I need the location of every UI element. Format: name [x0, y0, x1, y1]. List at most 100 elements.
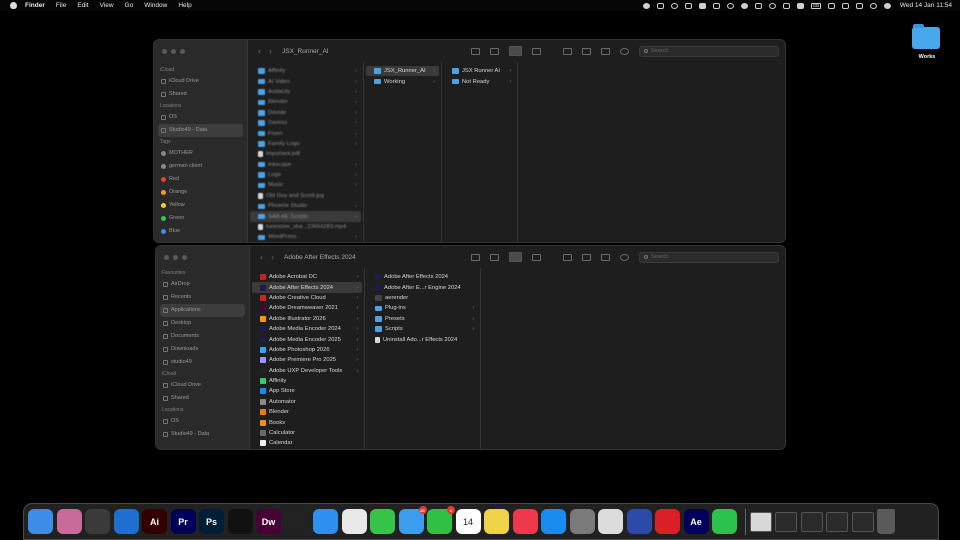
menu-view[interactable]: View — [100, 2, 114, 9]
list-item[interactable]: Plug-ins › — [367, 303, 478, 313]
dock-vscode-icon[interactable] — [113, 509, 139, 534]
script-icon[interactable] — [656, 2, 664, 9]
dock-window-thumb-4[interactable] — [851, 511, 874, 532]
forward-button[interactable]: › — [271, 252, 274, 262]
app-status-icon[interactable] — [684, 2, 692, 9]
wifi-icon[interactable] — [841, 2, 849, 9]
column-1[interactable]: Adobe Acrobat DC › Adobe After Effects 202… — [250, 268, 365, 449]
dock-scanner-icon[interactable] — [626, 509, 652, 534]
dock-window-thumb-2[interactable] — [800, 511, 823, 532]
sidebar-item-orange[interactable]: Orange — [158, 186, 243, 199]
list-item[interactable]: Working › — [366, 76, 439, 86]
dock-launchpad-icon[interactable] — [56, 509, 82, 534]
list-item[interactable]: JSX_Runner_AI › — [366, 66, 439, 77]
menu-help[interactable]: Help — [178, 2, 191, 9]
dock-messages-icon[interactable] — [370, 509, 395, 534]
sidebar-item-os[interactable]: OS — [158, 111, 243, 124]
list-item[interactable]: Adobe After E...r Engine 2024 — [367, 282, 478, 292]
sidebar-item-os[interactable]: OS — [160, 415, 245, 428]
creative-cloud-icon[interactable] — [670, 2, 678, 9]
dock-finder-icon[interactable] — [28, 509, 53, 534]
dock-photoshop-icon[interactable]: Ps — [199, 509, 224, 534]
menu-go[interactable]: Go — [125, 2, 134, 9]
list-item[interactable]: Calculator — [252, 428, 362, 438]
battery-icon[interactable] — [796, 2, 804, 9]
sidebar-item-airdrop[interactable]: AirDrop — [160, 278, 245, 291]
list-item[interactable]: Affinity › — [250, 66, 361, 76]
display-icon[interactable] — [698, 2, 706, 9]
play-icon[interactable] — [768, 2, 776, 9]
dock-preview-icon[interactable] — [598, 509, 623, 534]
dock-mail-icon[interactable]: 22 — [398, 506, 427, 534]
list-item[interactable]: Blender › — [250, 97, 361, 107]
dock-facetime-icon[interactable]: 1 — [427, 506, 455, 534]
list-item[interactable]: Inkscape › — [250, 160, 361, 170]
dock-creative-cloud-icon[interactable] — [655, 509, 680, 534]
tag-button[interactable] — [601, 47, 610, 55]
list-item[interactable]: Adobe Illustrator 2026 › — [252, 314, 362, 324]
list-view-button[interactable] — [490, 253, 499, 261]
sidebar-item-applications[interactable]: Applications — [160, 304, 245, 317]
sidebar-item-red[interactable]: Red — [158, 173, 243, 186]
user-icon[interactable] — [740, 2, 748, 9]
column-4[interactable] — [518, 62, 785, 242]
sidebar-item-studio49-data[interactable]: Studio49 - Data — [160, 428, 245, 441]
column-view-button[interactable] — [509, 46, 522, 56]
zoom-button[interactable] — [182, 255, 187, 260]
list-item[interactable]: Davinci › — [250, 118, 361, 128]
dock-after-effects-icon[interactable]: Ae — [683, 509, 709, 534]
column-2[interactable]: Adobe After Effects 2024 Adobe After E...… — [365, 268, 481, 449]
sidebar-item-studio49-data[interactable]: Studio49 - Data — [158, 124, 243, 137]
list-item[interactable]: WordPress › — [250, 232, 361, 242]
list-item[interactable]: Adobe Premiere Pro 2025 › — [252, 355, 362, 365]
column-view-button[interactable] — [509, 252, 522, 262]
no-disturb-icon[interactable] — [827, 2, 835, 9]
list-item[interactable]: Automator — [252, 397, 362, 407]
list-item[interactable]: Affinity — [252, 376, 362, 386]
apple-icon[interactable] — [10, 2, 17, 9]
menu-edit[interactable]: Edit — [77, 2, 88, 9]
group-button[interactable] — [563, 253, 572, 261]
menu-file[interactable]: File — [56, 2, 66, 9]
dock-affinity-icon[interactable] — [227, 509, 253, 534]
back-button[interactable]: ‹ — [258, 46, 261, 56]
list-item[interactable]: Calendar — [252, 438, 362, 448]
gallery-view-button[interactable] — [532, 253, 541, 261]
list-item[interactable]: Blender — [252, 407, 362, 417]
list-item[interactable]: Adobe Dreamweaver 2021 › — [252, 303, 362, 313]
sidebar-item-icloud-drive[interactable]: iCloud Drive — [158, 75, 243, 88]
bluetooth-icon[interactable] — [782, 2, 790, 9]
close-button[interactable] — [164, 255, 169, 260]
list-item[interactable]: Family Logo › — [250, 139, 361, 149]
search-field[interactable]: Search — [639, 45, 779, 57]
more-actions-button[interactable] — [620, 47, 629, 55]
list-item[interactable]: Adobe UXP Developer Tools › — [252, 366, 362, 376]
input-source-badge[interactable]: GB — [810, 2, 821, 9]
list-item[interactable]: Adobe Acrobat DC › — [252, 272, 362, 282]
share-button[interactable] — [582, 253, 591, 261]
column-3[interactable]: JSX Runner AI › Not Ready › — [442, 62, 518, 242]
column-3[interactable] — [481, 268, 785, 449]
list-item[interactable]: Not Ready › — [444, 76, 515, 86]
dock-notes-icon[interactable] — [484, 509, 509, 534]
control-center-icon[interactable] — [855, 2, 863, 9]
column-2[interactable]: JSX_Runner_AI › Working › — [364, 62, 442, 242]
list-item[interactable]: Old Guy and Scroll.jpg — [250, 191, 361, 201]
list-item[interactable]: App Store — [252, 386, 362, 396]
dock-music-icon[interactable] — [512, 509, 538, 534]
sidebar-item-german-client[interactable]: german client — [158, 160, 243, 173]
list-item[interactable]: Scripts › — [367, 324, 478, 334]
list-item[interactable]: important.pdf — [250, 149, 361, 159]
list-item[interactable]: Presets › — [367, 314, 478, 324]
sidebar-item-shared[interactable]: Shared — [158, 88, 243, 101]
list-item[interactable]: tunesone_sha...23654283.mp4 — [250, 222, 361, 232]
sidebar-item-recents[interactable]: Recents — [160, 291, 245, 304]
list-item[interactable]: Adobe Creative Cloud › — [252, 293, 362, 303]
trash-icon[interactable] — [877, 509, 895, 534]
list-item[interactable]: Adobe After Effects 2024 — [367, 272, 478, 282]
menu-window[interactable]: Window — [144, 2, 167, 9]
volume-icon[interactable] — [712, 2, 720, 9]
sidebar-item-downloads[interactable]: Downloads — [160, 343, 245, 356]
list-item[interactable]: Adobe Photoshop 2026 › — [252, 345, 362, 355]
list-item[interactable]: SAB AE Scripts › — [250, 211, 361, 222]
